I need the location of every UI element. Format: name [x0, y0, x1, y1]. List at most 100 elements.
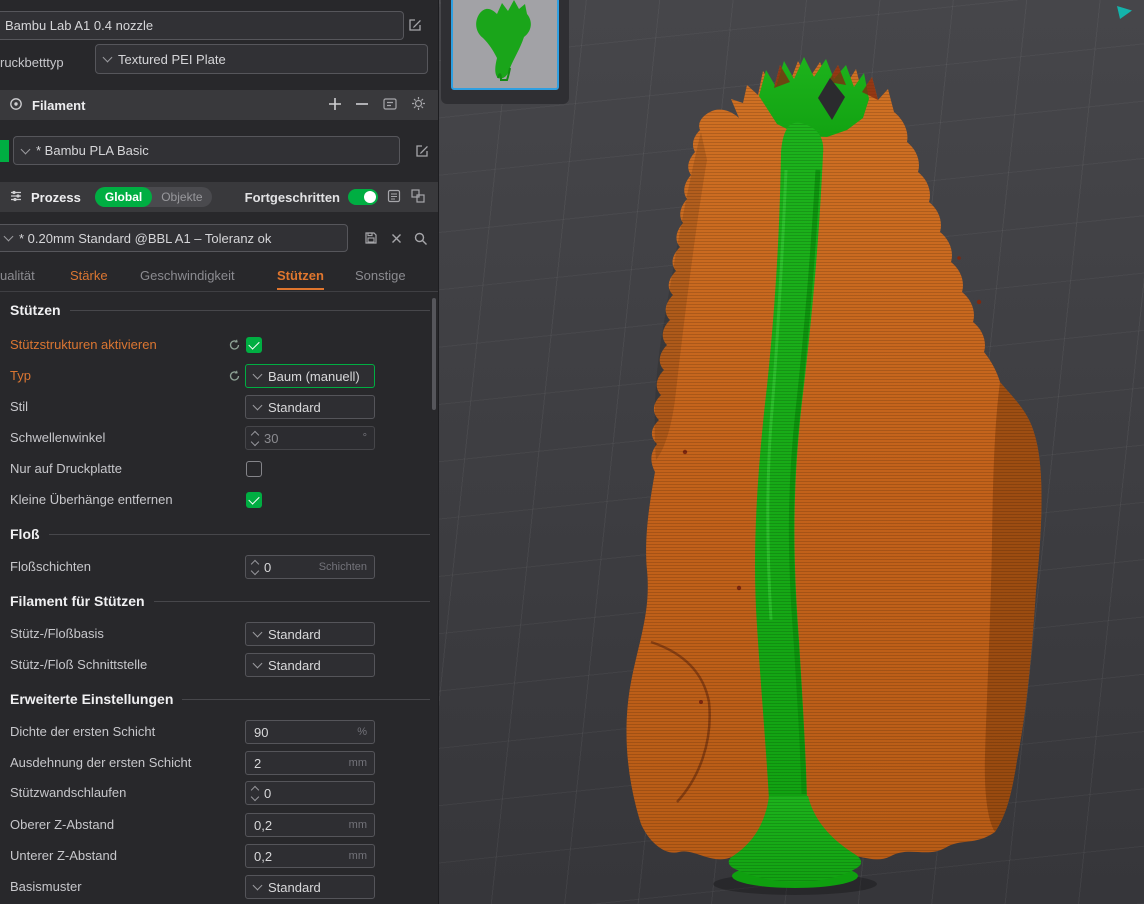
save-preset-icon[interactable] — [363, 230, 379, 251]
chevron-down-icon — [252, 627, 263, 638]
threshold-angle-value: 30 — [264, 430, 279, 446]
flushing-volumes-icon[interactable] — [382, 96, 398, 115]
process-header: Prozess Global Objekte Fortgeschritten — [0, 182, 438, 212]
support-style-value: Standard — [268, 399, 321, 415]
filament-settings-gear-icon[interactable] — [411, 96, 426, 114]
scope-objects-tab[interactable]: Objekte — [152, 190, 211, 204]
section-support: Stützen — [10, 301, 430, 319]
row-first-layer-expansion: Ausdehnung der ersten Schicht 2 mm — [10, 751, 430, 775]
row-remove-small-overhangs: Kleine Überhänge entfernen — [10, 488, 430, 512]
row-support-base-filament: Stütz-/Floßbasis Standard — [10, 622, 430, 646]
scope-global-tab[interactable]: Global — [94, 187, 153, 207]
advanced-toggle[interactable] — [348, 189, 378, 205]
setting-label: Stütz-/Floß Schnittstelle — [10, 657, 148, 672]
process-list-icon[interactable] — [386, 188, 402, 207]
row-support-type: Typ Baum (manuell) — [10, 364, 430, 388]
raft-layers-spinner[interactable]: 0 Schichten — [245, 555, 375, 579]
bed-type-value: Textured PEI Plate — [118, 51, 226, 67]
section-raft: Floß — [10, 525, 430, 543]
filament-selected: * Bambu PLA Basic — [36, 143, 149, 158]
tab-strength[interactable]: Stärke — [70, 268, 108, 288]
section-title: Filament für Stützen — [10, 593, 145, 609]
tab-quality[interactable]: ualität — [0, 268, 35, 288]
spinner-arrows-icon[interactable] — [250, 430, 260, 446]
setting-label: Unterer Z-Abstand — [10, 848, 117, 863]
support-style-dropdown[interactable]: Standard — [245, 395, 375, 419]
printer-combo[interactable]: Bambu Lab A1 0.4 nozzle — [0, 11, 404, 40]
remove-filament-icon[interactable] — [355, 97, 369, 114]
setting-label: Kleine Überhänge entfernen — [10, 492, 173, 507]
row-raft-layers: Floßschichten 0 Schichten — [10, 555, 430, 579]
filament-edit-icon[interactable] — [414, 143, 430, 164]
add-filament-icon[interactable] — [328, 97, 342, 114]
section-title: Erweiterte Einstellungen — [10, 691, 174, 707]
filament-header: Filament — [0, 90, 438, 120]
bambu-studio-window: Bambu Lab A1 0.4 nozzle ruckbetttyp Text… — [0, 0, 1144, 904]
process-scope-switch: Global Objekte — [94, 187, 212, 207]
viewport-3d[interactable] — [438, 0, 1144, 904]
unit-label: mm — [348, 819, 367, 831]
sidebar: Bambu Lab A1 0.4 nozzle ruckbetttyp Text… — [0, 0, 438, 904]
undo-icon[interactable] — [228, 338, 242, 352]
bed-type-dropdown[interactable]: Textured PEI Plate — [95, 44, 428, 74]
spinner-arrows-icon[interactable] — [250, 785, 260, 801]
process-sliders-icon — [9, 189, 23, 206]
first-layer-density-value: 90 — [254, 724, 269, 740]
unit-label: mm — [348, 850, 367, 862]
tab-speed[interactable]: Geschwindigkeit — [140, 268, 235, 288]
first-layer-density-input[interactable]: 90 % — [245, 720, 375, 744]
support-base-filament-dropdown[interactable]: Standard — [245, 622, 375, 646]
unit-label: mm — [348, 757, 367, 769]
process-preset-value: * 0.20mm Standard @BBL A1 – Toleranz ok — [19, 230, 272, 246]
process-header-title: Prozess — [31, 189, 81, 205]
on-build-plate-checkbox[interactable] — [246, 461, 262, 477]
enable-support-checkbox[interactable] — [246, 337, 262, 353]
bottom-z-distance-value: 0,2 — [254, 848, 273, 864]
object-thumbnail-image — [476, 0, 531, 81]
remove-small-overhangs-checkbox[interactable] — [246, 492, 262, 508]
search-icon[interactable] — [413, 231, 428, 251]
support-interface-filament-value: Standard — [268, 657, 321, 673]
bottom-z-distance-input[interactable]: 0,2 mm — [245, 844, 375, 868]
setting-label: Stützstrukturen aktivieren — [10, 337, 157, 352]
model-orange[interactable] — [626, 61, 1042, 863]
setting-label: Stützwandschlaufen — [10, 785, 127, 800]
first-layer-expansion-input[interactable]: 2 mm — [245, 751, 375, 775]
unit-label: % — [357, 726, 367, 738]
base-pattern-dropdown[interactable]: Standard — [245, 875, 375, 899]
object-list-panel — [441, 0, 569, 104]
undo-icon[interactable] — [228, 369, 242, 383]
unit-label: ° — [362, 432, 367, 444]
close-icon[interactable] — [390, 232, 403, 250]
bed-type-label: ruckbetttyp — [0, 55, 64, 70]
row-threshold-angle: Schwellenwinkel 30 ° — [10, 426, 430, 450]
row-on-build-plate: Nur auf Druckplatte — [10, 457, 430, 481]
chevron-down-icon — [252, 369, 263, 380]
unit-label: Schichten — [318, 561, 367, 573]
first-layer-expansion-value: 2 — [254, 755, 262, 771]
process-preset-dropdown[interactable]: * 0.20mm Standard @BBL A1 – Toleranz ok — [0, 224, 348, 252]
filament-color-swatch — [0, 140, 9, 162]
setting-label: Typ — [10, 368, 31, 383]
spinner-arrows-icon[interactable] — [250, 559, 260, 575]
object-settings-icon[interactable] — [410, 188, 426, 207]
threshold-angle-spinner[interactable]: 30 ° — [245, 426, 375, 450]
filament-dropdown[interactable]: * Bambu PLA Basic — [13, 136, 400, 165]
section-title: Stützen — [10, 302, 61, 318]
sidebar-scrollbar[interactable] — [432, 298, 436, 410]
scene-svg[interactable] — [439, 0, 1144, 904]
tab-support[interactable]: Stützen — [277, 268, 324, 290]
printer-name: Bambu Lab A1 0.4 nozzle — [5, 18, 154, 33]
advanced-toggle-label: Fortgeschritten — [244, 189, 340, 205]
tab-others[interactable]: Sonstige — [355, 268, 406, 288]
setting-label: Nur auf Druckplatte — [10, 461, 122, 476]
support-wall-loops-spinner[interactable]: 0 — [245, 781, 375, 805]
top-z-distance-value: 0,2 — [254, 817, 273, 833]
support-type-dropdown[interactable]: Baum (manuell) — [245, 364, 375, 388]
support-interface-filament-dropdown[interactable]: Standard — [245, 653, 375, 677]
printer-edit-icon[interactable] — [407, 17, 423, 38]
row-base-pattern: Basismuster Standard — [10, 875, 430, 899]
top-z-distance-input[interactable]: 0,2 mm — [245, 813, 375, 837]
support-wall-loops-value: 0 — [264, 785, 272, 801]
object-thumbnail[interactable] — [451, 0, 559, 90]
